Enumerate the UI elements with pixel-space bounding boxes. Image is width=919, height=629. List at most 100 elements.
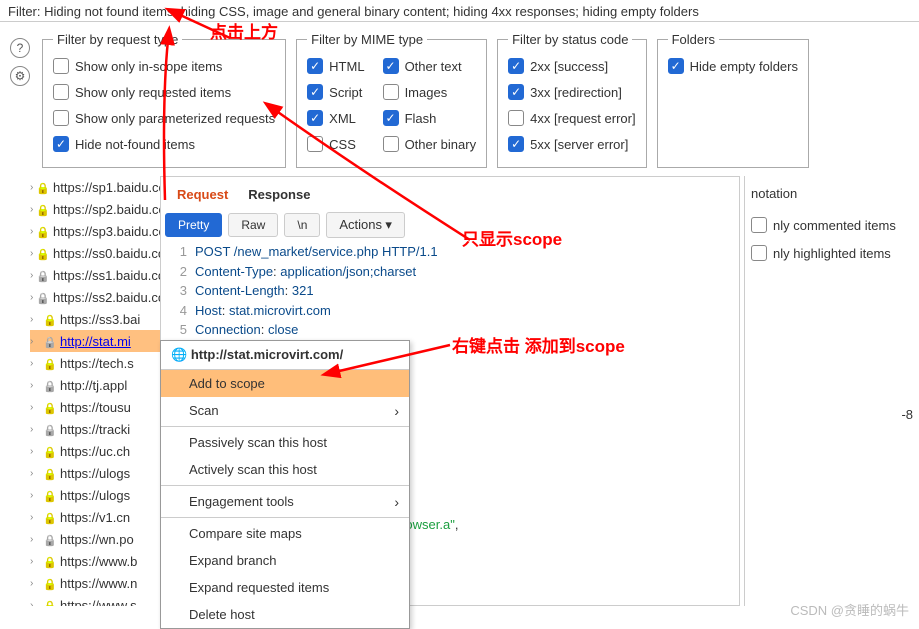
tree-row[interactable]: ›https://wn.po (30, 528, 160, 550)
checkbox-icon[interactable] (53, 136, 69, 152)
lock-icon (43, 422, 57, 436)
tree-row[interactable]: ›https://ss2.baidu.com (30, 286, 160, 308)
tree-label: https://v1.cn (60, 510, 130, 525)
checkbox-icon[interactable] (307, 58, 323, 74)
tree-row[interactable]: ›https://ulogs (30, 484, 160, 506)
menu-item[interactable]: Compare site maps (161, 520, 409, 547)
checkbox-icon[interactable] (383, 136, 399, 152)
chevron-right-icon: › (30, 424, 40, 435)
ann-0[interactable]: nly commented items (751, 211, 913, 239)
menu-item[interactable]: Passively scan this host (161, 429, 409, 456)
chevron-right-icon: › (30, 578, 40, 589)
tree-label: https://www.b (60, 554, 137, 569)
tree-label: http://tj.appl (60, 378, 127, 393)
mime-b-3[interactable]: Other binary (383, 131, 477, 157)
tree-row[interactable]: ›http://stat.mi (30, 330, 160, 352)
checkbox-icon[interactable] (383, 84, 399, 100)
checkbox-icon[interactable] (307, 136, 323, 152)
status-1[interactable]: 3xx [redirection] (508, 79, 636, 105)
folders-0[interactable]: Hide empty folders (668, 53, 798, 79)
tree-row[interactable]: ›https://tech.s (30, 352, 160, 374)
tree-row[interactable]: ›https://www.b (30, 550, 160, 572)
tree-row[interactable]: ›https://v1.cn (30, 506, 160, 528)
status-3[interactable]: 5xx [server error] (508, 131, 636, 157)
lock-icon (43, 576, 57, 590)
view-newline[interactable]: \n (284, 213, 320, 237)
menu-item[interactable]: Expand branch (161, 547, 409, 574)
tree-row[interactable]: ›https://tracki (30, 418, 160, 440)
checkbox-label: nly highlighted items (773, 246, 891, 261)
checkbox-label: Hide empty folders (690, 59, 798, 74)
reqtype-3[interactable]: Hide not-found items (53, 131, 275, 157)
mime-b-2[interactable]: Flash (383, 105, 477, 131)
tree-row[interactable]: ›https://www.n (30, 572, 160, 594)
view-pretty[interactable]: Pretty (165, 213, 222, 237)
checkbox-icon[interactable] (508, 110, 524, 126)
checkbox-icon[interactable] (383, 110, 399, 126)
chevron-right-icon: › (30, 336, 40, 347)
checkbox-icon[interactable] (53, 110, 69, 126)
lock-icon (36, 290, 50, 304)
menu-item[interactable]: Expand requested items (161, 574, 409, 601)
mime-b-1[interactable]: Images (383, 79, 477, 105)
tree-row[interactable]: ›https://www.s (30, 594, 160, 606)
mime-a-0[interactable]: HTML (307, 53, 364, 79)
view-actions[interactable]: Actions ▾ (326, 212, 405, 238)
lock-icon (43, 356, 57, 370)
mime-a-2[interactable]: XML (307, 105, 364, 131)
tree-row[interactable]: ›https://ulogs (30, 462, 160, 484)
chevron-right-icon: › (30, 380, 40, 391)
checkbox-icon[interactable] (53, 58, 69, 74)
checkbox-icon[interactable] (751, 245, 767, 261)
reqtype-2[interactable]: Show only parameterized requests (53, 105, 275, 131)
checkbox-icon[interactable] (508, 84, 524, 100)
menu-item[interactable]: Delete host (161, 601, 409, 628)
status-0[interactable]: 2xx [success] (508, 53, 636, 79)
tab-response[interactable]: Response (248, 187, 310, 202)
gear-icon[interactable]: ⚙ (10, 66, 30, 86)
site-tree[interactable]: ›https://sp1.baidu.com›https://sp2.baidu… (0, 176, 160, 606)
tree-row[interactable]: ›https://ss1.baidu.com (30, 264, 160, 286)
help-icon[interactable]: ? (10, 38, 30, 58)
checkbox-icon[interactable] (508, 58, 524, 74)
checkbox-icon[interactable] (307, 110, 323, 126)
checkbox-icon[interactable] (668, 58, 684, 74)
menu-separator (161, 426, 409, 427)
menu-item[interactable]: Add to scope (161, 370, 409, 397)
mime-a-3[interactable]: CSS (307, 131, 364, 157)
tab-request[interactable]: Request (177, 187, 228, 202)
view-raw[interactable]: Raw (228, 213, 278, 237)
status-2[interactable]: 4xx [request error] (508, 105, 636, 131)
tree-row[interactable]: ›https://uc.ch (30, 440, 160, 462)
tree-row[interactable]: ›https://ss3.bai (30, 308, 160, 330)
filter-summary-bar[interactable]: Filter: Hiding not found items; hiding C… (0, 0, 919, 22)
checkbox-label: Hide not-found items (75, 137, 195, 152)
mime-a-1[interactable]: Script (307, 79, 364, 105)
lower-panel: ›https://sp1.baidu.com›https://sp2.baidu… (0, 176, 919, 606)
checkbox-icon[interactable] (751, 217, 767, 233)
reqtype-0[interactable]: Show only in-scope items (53, 53, 275, 79)
mime-b-0[interactable]: Other text (383, 53, 477, 79)
menu-item[interactable]: Engagement tools (161, 488, 409, 515)
reqtype-1[interactable]: Show only requested items (53, 79, 275, 105)
filter-panel: ? ⚙ Filter by request type Show only in-… (0, 22, 919, 168)
tree-row[interactable]: ›https://sp1.baidu.com (30, 176, 160, 198)
tree-row[interactable]: ›https://tousu (30, 396, 160, 418)
tree-row[interactable]: ›https://sp2.baidu.com (30, 198, 160, 220)
context-menu[interactable]: 🌐 http://stat.microvirt.com/ Add to scop… (160, 340, 410, 629)
checkbox-icon[interactable] (53, 84, 69, 100)
checkbox-icon[interactable] (383, 58, 399, 74)
tree-row[interactable]: ›https://ss0.baidu.com (30, 242, 160, 264)
tree-row[interactable]: › http://tj.appl (30, 374, 160, 396)
tree-row[interactable]: ›https://sp3.baidu.com (30, 220, 160, 242)
tree-label: https://ss1.baidu.com (53, 268, 160, 283)
menu-item[interactable]: Scan (161, 397, 409, 424)
lock-icon (36, 268, 50, 282)
checkbox-icon[interactable] (307, 84, 323, 100)
chevron-right-icon: › (30, 248, 33, 259)
checkbox-icon[interactable] (508, 136, 524, 152)
menu-item[interactable]: Actively scan this host (161, 456, 409, 483)
ann-1[interactable]: nly highlighted items (751, 239, 913, 267)
chevron-right-icon: › (30, 226, 33, 237)
tree-label: https://ulogs (60, 466, 130, 481)
